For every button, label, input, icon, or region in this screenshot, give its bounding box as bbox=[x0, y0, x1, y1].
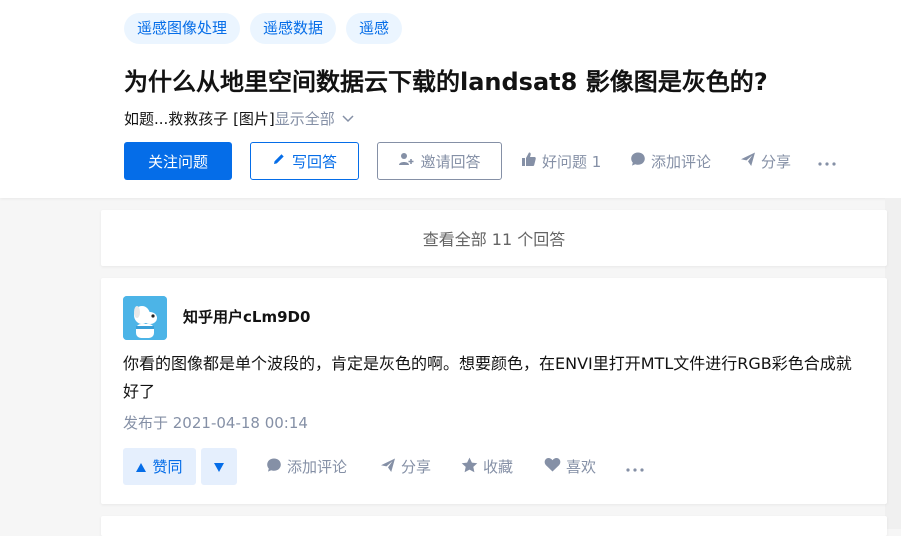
upvote-label: 赞同 bbox=[152, 458, 183, 476]
topic-tag[interactable]: 遥感数据 bbox=[250, 13, 337, 44]
triangle-down-icon bbox=[214, 457, 224, 476]
more-icon bbox=[818, 152, 841, 170]
like-label: 喜欢 bbox=[566, 458, 597, 476]
invite-answer-button[interactable]: 邀请回答 bbox=[377, 142, 502, 180]
follow-question-label: 关注问题 bbox=[147, 152, 208, 171]
good-question-button[interactable]: 好问题 1 bbox=[521, 142, 601, 180]
topic-tag[interactable]: 遥感图像处理 bbox=[124, 13, 241, 44]
show-all-label: 显示全部 bbox=[274, 110, 335, 128]
share-button[interactable]: 分享 bbox=[740, 142, 791, 180]
write-answer-label: 写回答 bbox=[291, 152, 337, 171]
write-answer-button[interactable]: 写回答 bbox=[250, 142, 359, 180]
question-detail: 如题...救救孩子 [图片]显示全部 bbox=[124, 107, 355, 132]
question-detail-text: 如题...救救孩子 [图片] bbox=[124, 110, 275, 128]
answer-share-label: 分享 bbox=[401, 458, 432, 476]
downvote-button[interactable] bbox=[201, 448, 237, 485]
answer-share-button[interactable]: 分享 bbox=[380, 448, 431, 485]
like-button[interactable]: 喜欢 bbox=[544, 448, 596, 485]
add-comment-button[interactable]: 添加评论 bbox=[630, 142, 711, 180]
upvote-button[interactable]: 赞同 bbox=[123, 448, 196, 485]
share-icon bbox=[380, 457, 401, 477]
good-question-label: 好问题 1 bbox=[542, 152, 602, 171]
triangle-up-icon bbox=[136, 458, 152, 476]
comment-icon bbox=[266, 457, 287, 477]
collect-button[interactable]: 收藏 bbox=[461, 448, 513, 485]
topic-tags: 遥感图像处理 遥感数据 遥感 bbox=[124, 13, 403, 44]
invite-answer-label: 邀请回答 bbox=[420, 152, 481, 171]
question-header: 遥感图像处理 遥感数据 遥感 为什么从地里空间数据云下载的landsat8 影像… bbox=[0, 0, 901, 198]
scrollbar-track[interactable] bbox=[885, 198, 901, 529]
avatar[interactable] bbox=[123, 296, 167, 340]
share-label: 分享 bbox=[761, 152, 792, 171]
view-all-answers-label: 查看全部 11 个回答 bbox=[422, 230, 566, 249]
answer-comment-button[interactable]: 添加评论 bbox=[266, 448, 347, 485]
answer-card: 知乎用户cLm9D0 你看的图像都是单个波段的，肯定是灰色的啊。想要颜色，在EN… bbox=[101, 278, 887, 504]
answer-more-button[interactable] bbox=[626, 448, 649, 485]
next-answer-card bbox=[101, 516, 887, 536]
heart-icon bbox=[544, 457, 566, 476]
chevron-down-icon bbox=[341, 108, 355, 132]
star-icon bbox=[461, 457, 483, 477]
thumbs-up-icon bbox=[521, 151, 542, 171]
more-options-button[interactable] bbox=[818, 142, 841, 180]
pencil-icon bbox=[272, 152, 292, 170]
author-name[interactable]: 知乎用户cLm9D0 bbox=[183, 306, 310, 327]
answer-comment-label: 添加评论 bbox=[287, 458, 348, 476]
question-title: 为什么从地里空间数据云下载的landsat8 影像图是灰色的? bbox=[124, 68, 768, 96]
collect-label: 收藏 bbox=[483, 458, 514, 476]
answer-content: 你看的图像都是单个波段的，肯定是灰色的啊。想要颜色，在ENVI里打开MTL文件进… bbox=[123, 354, 852, 401]
publish-time[interactable]: 发布于 2021-04-18 00:14 bbox=[123, 412, 308, 433]
show-all-button[interactable]: 显示全部 bbox=[275, 110, 355, 128]
add-comment-label: 添加评论 bbox=[651, 152, 712, 171]
invite-user-icon bbox=[398, 151, 420, 171]
share-icon bbox=[740, 151, 761, 171]
view-all-answers-button[interactable]: 查看全部 11 个回答 bbox=[101, 210, 887, 266]
comment-icon bbox=[630, 151, 651, 171]
topic-tag[interactable]: 遥感 bbox=[346, 13, 403, 44]
more-icon bbox=[626, 458, 649, 476]
follow-question-button[interactable]: 关注问题 bbox=[124, 142, 232, 180]
